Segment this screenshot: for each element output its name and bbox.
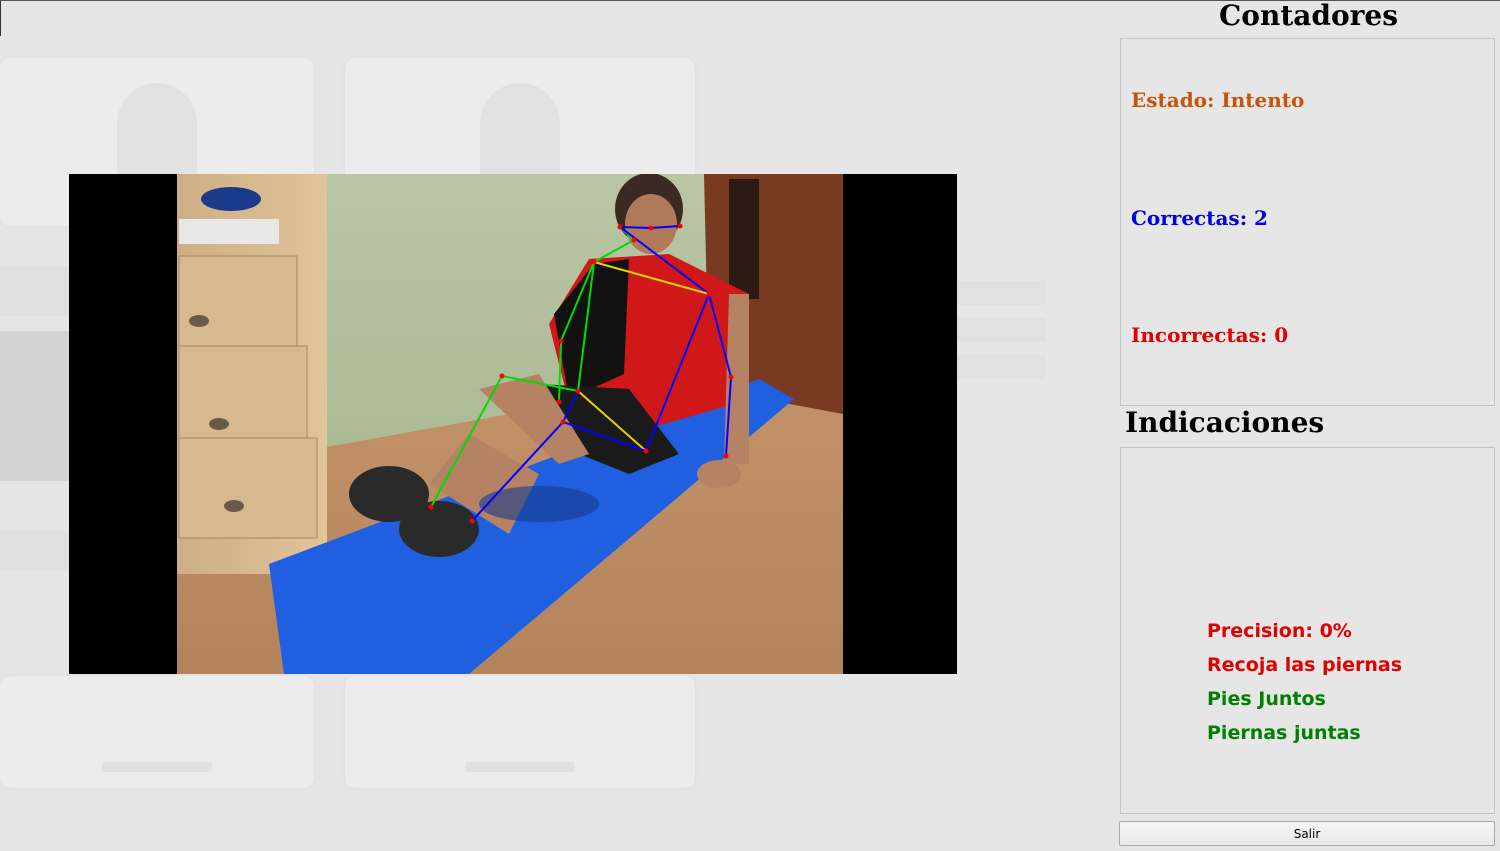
indications-title: Indicaciones [1125, 406, 1325, 439]
skeleton-joint [560, 419, 566, 425]
camera-frame [69, 174, 957, 674]
incorrect-count-label: Incorrectas: 0 [1131, 323, 1289, 347]
skeleton-joint [575, 388, 581, 394]
app-window: Contadores Estado: Intento Correctas: 2 … [0, 0, 1500, 851]
skeleton-joint [631, 237, 637, 243]
status-label: Estado: Intento [1131, 88, 1305, 112]
counters-panel: Estado: Intento Correctas: 2 Incorrectas… [1120, 38, 1495, 406]
skeleton-joint [558, 338, 564, 344]
skeleton-bone [619, 226, 652, 229]
hint-legs-together: Piernas juntas [1207, 722, 1361, 744]
skeleton-joint [723, 453, 729, 459]
skeleton-joint [499, 373, 505, 379]
hint-precision: Precision: 0% [1207, 620, 1352, 642]
counters-title: Contadores [1219, 0, 1398, 32]
window-corner-mark [0, 1, 1, 36]
correct-count-label: Correctas: 2 [1131, 206, 1268, 230]
skeleton-joint [556, 399, 562, 405]
skeleton-joint [677, 223, 683, 229]
skeleton-joint [648, 225, 654, 231]
exit-button[interactable]: Salir [1119, 821, 1495, 846]
skeleton-joint [706, 291, 712, 297]
hint-legs: Recoja las piernas [1207, 654, 1403, 676]
skeleton-joint [643, 448, 649, 454]
indications-panel: Precision: 0% Recoja las piernas Pies Ju… [1120, 447, 1495, 814]
skeleton-joint [617, 224, 623, 230]
camera-feed [69, 174, 957, 674]
background-strip [0, 531, 69, 571]
hint-feet: Pies Juntos [1207, 688, 1326, 710]
skeleton-joint [428, 504, 434, 510]
background-card-image [0, 331, 69, 481]
background-card [345, 676, 695, 788]
room-scene [177, 174, 843, 674]
skeleton-joint [469, 518, 475, 524]
skeleton-joint [728, 374, 734, 380]
background-card [0, 676, 314, 788]
skeleton-joint [591, 259, 597, 265]
